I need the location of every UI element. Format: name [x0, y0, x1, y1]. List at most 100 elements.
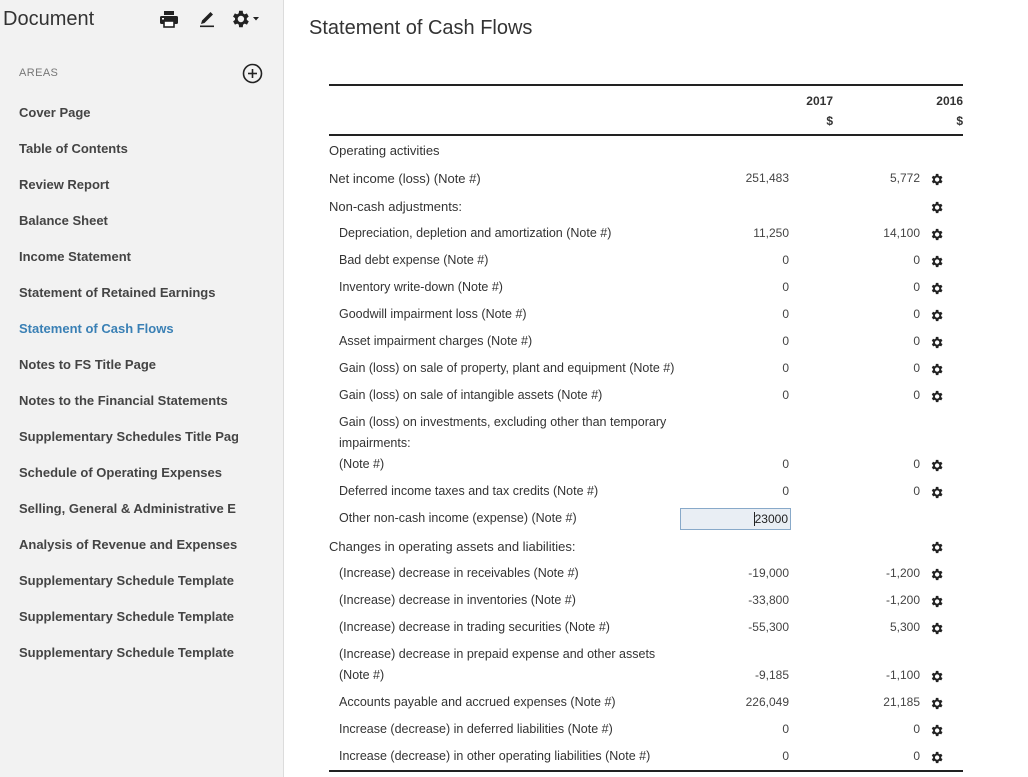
- value-2016[interactable]: 0: [913, 722, 920, 736]
- row-label: Increase (decrease) in deferred liabilit…: [339, 722, 613, 736]
- value-2016[interactable]: 5,300: [890, 620, 920, 634]
- sidebar-item-cover-page[interactable]: Cover Page: [0, 95, 238, 131]
- row-settings-gear-icon[interactable]: [928, 457, 944, 473]
- main-content: Statement of Cash Flows 2017 $ 2016 $ Op…: [285, 0, 1028, 777]
- sidebar-item-operating-expenses[interactable]: Schedule of Operating Expenses: [0, 455, 238, 491]
- value-2016[interactable]: 0: [913, 334, 920, 348]
- value-2017[interactable]: 0: [782, 307, 789, 321]
- row-label: (Increase) decrease in trading securitie…: [339, 620, 610, 634]
- value-2017[interactable]: 0: [782, 361, 789, 375]
- value-2017[interactable]: 0: [782, 749, 789, 763]
- row-label: Non-cash adjustments:: [329, 199, 462, 214]
- sidebar-item-retained-earnings[interactable]: Statement of Retained Earnings: [0, 275, 238, 311]
- year-2017-header: 2017: [806, 94, 833, 108]
- sidebar-header: Document: [0, 0, 284, 42]
- row-settings-gear-icon[interactable]: [928, 280, 944, 296]
- sidebar-item-supplementary-template-2[interactable]: Supplementary Schedule Template: [0, 599, 238, 635]
- year-2016-header: 2016: [936, 94, 963, 108]
- areas-nav: Cover Page Table of Contents Review Repo…: [0, 95, 284, 671]
- sidebar-item-table-of-contents[interactable]: Table of Contents: [0, 131, 238, 167]
- row-settings-gear-icon[interactable]: [928, 566, 944, 582]
- value-2016[interactable]: 0: [913, 280, 920, 294]
- row-settings-gear-icon[interactable]: [928, 749, 944, 765]
- sidebar-item-notes-title-page[interactable]: Notes to FS Title Page: [0, 347, 238, 383]
- value-2016[interactable]: 0: [913, 457, 920, 471]
- row-label: Gain (loss) on sale of property, plant a…: [339, 361, 675, 375]
- sidebar-item-review-report[interactable]: Review Report: [0, 167, 238, 203]
- value-2017[interactable]: 251,483: [746, 171, 789, 185]
- value-2016[interactable]: 0: [913, 307, 920, 321]
- row-settings-gear-icon[interactable]: [928, 307, 944, 323]
- value-2017[interactable]: -19,000: [748, 566, 789, 580]
- value-2017[interactable]: 0: [782, 280, 789, 294]
- value-2017[interactable]: 0: [782, 334, 789, 348]
- row-label: Operating activities: [329, 143, 440, 158]
- row-settings-gear-icon[interactable]: [928, 388, 944, 404]
- value-2017[interactable]: 226,049: [746, 695, 789, 709]
- row-settings-gear-icon[interactable]: [928, 171, 944, 187]
- row-settings-gear-icon[interactable]: [928, 484, 944, 500]
- row-label: (Increase) decrease in inventories (Note…: [339, 593, 576, 607]
- sidebar-item-notes[interactable]: Notes to the Financial Statements: [0, 383, 238, 419]
- row-settings-gear-icon[interactable]: [928, 593, 944, 609]
- edit-pencil-icon[interactable]: [196, 8, 218, 30]
- row-settings-gear-icon[interactable]: [928, 334, 944, 350]
- value-2016[interactable]: -1,100: [886, 668, 920, 682]
- value-2016[interactable]: 0: [913, 749, 920, 763]
- sidebar-toolbar: [158, 8, 261, 30]
- document-title: Document: [3, 8, 95, 30]
- row-settings-gear-icon[interactable]: [928, 253, 944, 269]
- value-2017[interactable]: 0: [782, 253, 789, 267]
- value-2016[interactable]: -1,200: [886, 593, 920, 607]
- value-2016[interactable]: 5,772: [890, 171, 920, 185]
- row-settings-gear-icon[interactable]: [928, 620, 944, 636]
- sidebar-item-supplementary-template-3[interactable]: Supplementary Schedule Template: [0, 635, 238, 671]
- row-settings-gear-icon[interactable]: [928, 361, 944, 377]
- row-label: Deferred income taxes and tax credits (N…: [339, 484, 599, 498]
- value-2017[interactable]: -33,800: [748, 593, 789, 607]
- value-2017[interactable]: -55,300: [748, 620, 789, 634]
- row-label: Increase (decrease) in other operating l…: [339, 749, 651, 763]
- value-2017[interactable]: 11,250: [753, 226, 789, 240]
- statement-table-header: 2017 $ 2016 $: [329, 84, 963, 136]
- column-headers: 2017 $ 2016 $: [329, 86, 963, 136]
- row-settings-gear-icon[interactable]: [928, 668, 944, 684]
- value-2016[interactable]: 0: [913, 361, 920, 375]
- edit-input-value[interactable]: 23000: [753, 512, 788, 526]
- row-settings-gear-icon[interactable]: [928, 199, 944, 215]
- settings-gear-icon[interactable]: [227, 8, 261, 30]
- value-2016[interactable]: 0: [913, 388, 920, 402]
- value-2017-edit-input[interactable]: 23000: [680, 508, 791, 530]
- value-2017[interactable]: 0: [782, 457, 789, 471]
- row-settings-gear-icon[interactable]: [928, 722, 944, 738]
- value-2017[interactable]: 0: [782, 388, 789, 402]
- sidebar-item-income-statement[interactable]: Income Statement: [0, 239, 238, 275]
- row-label-note: (Note #): [339, 668, 385, 682]
- print-icon[interactable]: [158, 8, 180, 30]
- row-label-note: (Note #): [339, 457, 385, 471]
- sidebar-item-sga[interactable]: Selling, General & Administrative E: [0, 491, 238, 527]
- page-title: Statement of Cash Flows: [309, 17, 533, 39]
- value-2016[interactable]: 0: [913, 253, 920, 267]
- value-2016[interactable]: 21,185: [883, 695, 920, 709]
- sidebar-item-supplementary-title-page[interactable]: Supplementary Schedules Title Pag: [0, 419, 238, 455]
- sidebar-item-balance-sheet[interactable]: Balance Sheet: [0, 203, 238, 239]
- row-label: Net income (loss) (Note #): [329, 171, 481, 186]
- row-settings-gear-icon[interactable]: [928, 695, 944, 711]
- row-label: Goodwill impairment loss (Note #): [339, 307, 527, 321]
- sidebar-item-supplementary-template-1[interactable]: Supplementary Schedule Template: [0, 563, 238, 599]
- value-2016[interactable]: 14,100: [883, 226, 920, 240]
- sidebar-item-revenue-expenses[interactable]: Analysis of Revenue and Expenses: [0, 527, 238, 563]
- value-2016[interactable]: -1,200: [886, 566, 920, 580]
- value-2017[interactable]: -9,185: [755, 668, 789, 682]
- row-settings-gear-icon[interactable]: [928, 226, 944, 242]
- value-2017[interactable]: 0: [782, 484, 789, 498]
- add-circle-icon[interactable]: [242, 63, 263, 84]
- areas-label: AREAS: [19, 67, 59, 79]
- currency-2016-header: $: [956, 114, 963, 128]
- value-2017[interactable]: 0: [782, 722, 789, 736]
- sidebar-item-cash-flows[interactable]: Statement of Cash Flows: [0, 311, 238, 347]
- row-label: Inventory write-down (Note #): [339, 280, 503, 294]
- row-settings-gear-icon[interactable]: [928, 539, 944, 555]
- value-2016[interactable]: 0: [913, 484, 920, 498]
